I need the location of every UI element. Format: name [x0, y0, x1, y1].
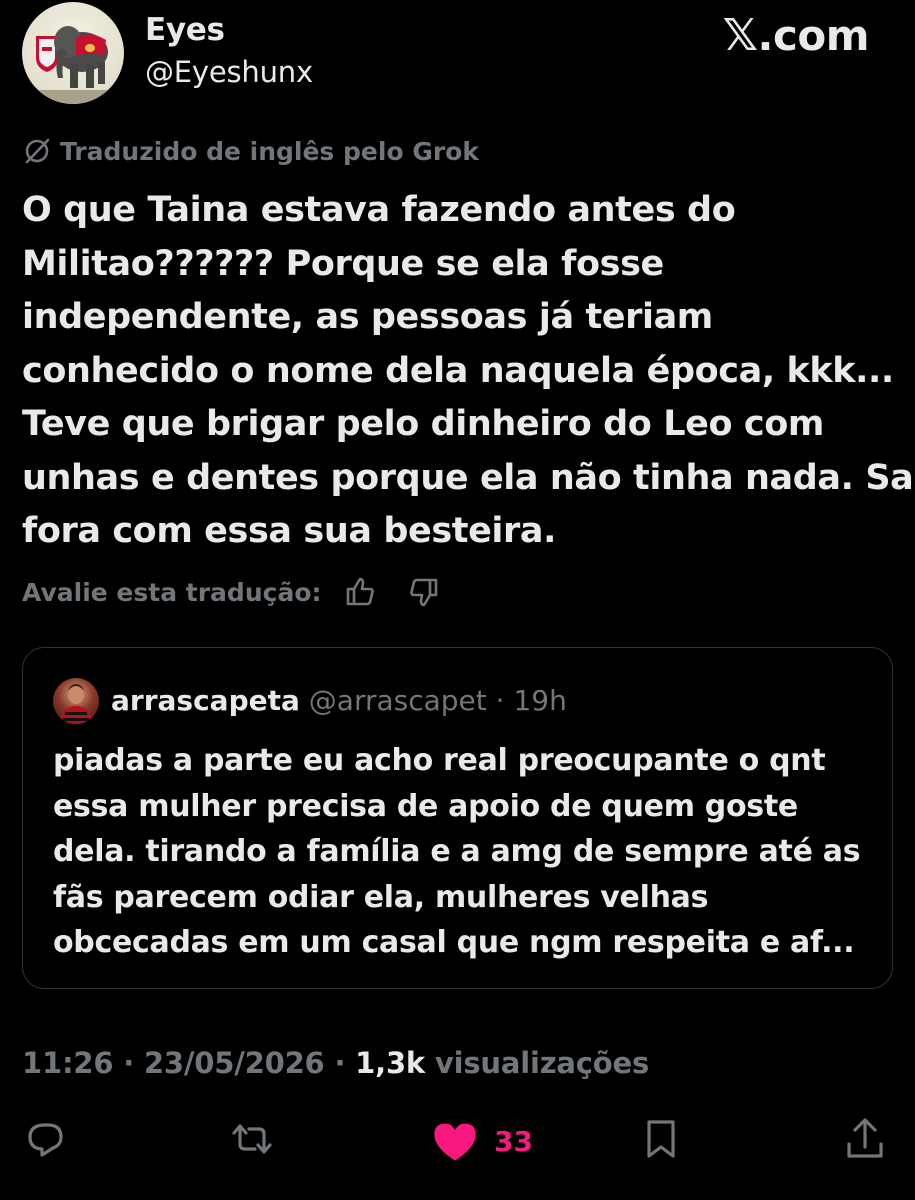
quoted-line: obcecadas em um casal que ngm respeita e…: [53, 925, 855, 960]
heart-filled-icon: [434, 1123, 476, 1161]
views-label: visualizações: [425, 1046, 650, 1080]
x-com-suffix: .com: [757, 11, 870, 60]
x-logo-icon: 𝕏: [722, 10, 758, 61]
views-count: 1,3k: [355, 1046, 426, 1080]
like-count: 33: [494, 1124, 533, 1158]
quoted-header: arrascapeta @arrascapet · 19h: [111, 684, 567, 717]
tweet-line: unhas e dentes porque ela não tinha nada…: [22, 457, 915, 498]
grok-icon: [25, 138, 50, 164]
tweet-time[interactable]: 11:26: [22, 1046, 114, 1080]
quoted-author-avatar[interactable]: [53, 678, 99, 724]
like-button[interactable]: 33: [430, 1116, 533, 1166]
quoted-tweet-text: piadas a parte eu acho real preocupante …: [53, 738, 883, 966]
share-button[interactable]: [842, 1116, 888, 1162]
share-icon: [847, 1118, 883, 1158]
quoted-line: piadas a parte eu acho real preocupante …: [53, 743, 826, 778]
elephant-avatar-icon: [22, 26, 124, 104]
bookmark-button[interactable]: [638, 1116, 684, 1162]
author-handle[interactable]: @Eyeshunx: [145, 55, 313, 89]
author-avatar[interactable]: [22, 2, 124, 104]
quoted-tweet-age: 19h: [513, 684, 567, 717]
thumbs-down-icon[interactable]: [406, 574, 442, 610]
tweet-line: Teve que brigar pelo dinheiro do Leo com: [22, 404, 824, 444]
quoted-author-name[interactable]: arrascapeta: [111, 684, 300, 717]
tweet-line: fora com essa sua besteira.: [22, 511, 557, 551]
bookmark-icon: [647, 1120, 675, 1158]
quoted-line: fãs parecem odiar ela, mulheres velhas: [53, 879, 709, 915]
separator: ·: [324, 1046, 356, 1080]
translation-notice-text: Traduzido de inglês pelo Grok: [60, 136, 479, 166]
quoted-line: essa mulher precisa de apoio de quem gos…: [53, 788, 798, 824]
tweet-text: O que Taina estava fazendo antes do Mili…: [22, 184, 915, 559]
translation-notice: Traduzido de inglês pelo Grok: [22, 136, 479, 166]
tweet-line: Militao?????? Porque se ela fosse: [22, 243, 664, 284]
separator: ·: [486, 684, 514, 717]
quoted-author-handle[interactable]: @arrascapet: [309, 684, 487, 717]
repost-icon: [232, 1124, 272, 1154]
reply-icon: [28, 1123, 63, 1157]
footballer-avatar-icon: [59, 684, 93, 724]
action-bar: 33: [0, 1116, 915, 1176]
repost-button[interactable]: [226, 1116, 278, 1162]
quoted-tweet[interactable]: arrascapeta @arrascapet · 19h piadas a p…: [22, 647, 893, 989]
tweet-line: conhecido o nome dela naquela época, kkk…: [22, 350, 894, 391]
rate-translation: Avalie esta tradução:: [22, 574, 442, 610]
tweet-detail-screen: Eyes @Eyeshunx 𝕏.com Traduzido de inglês…: [0, 0, 915, 1200]
tweet-date[interactable]: 23/05/2026: [144, 1046, 325, 1080]
author-name[interactable]: Eyes: [145, 12, 225, 48]
rate-translation-label: Avalie esta tradução:: [22, 577, 322, 607]
separator: ·: [113, 1046, 144, 1080]
tweet-line: independente, as pessoas já teriam: [22, 297, 713, 337]
thumbs-up-icon[interactable]: [342, 574, 378, 610]
x-com-logo: 𝕏.com: [722, 10, 870, 61]
quoted-line: dela. tirando a família e a amg de sempr…: [53, 834, 861, 869]
tweet-meta: 11:26 · 23/05/2026 · 1,3k visualizações: [22, 1046, 649, 1080]
tweet-line: O que Taina estava fazendo antes do: [22, 190, 736, 230]
reply-button[interactable]: [22, 1116, 68, 1162]
